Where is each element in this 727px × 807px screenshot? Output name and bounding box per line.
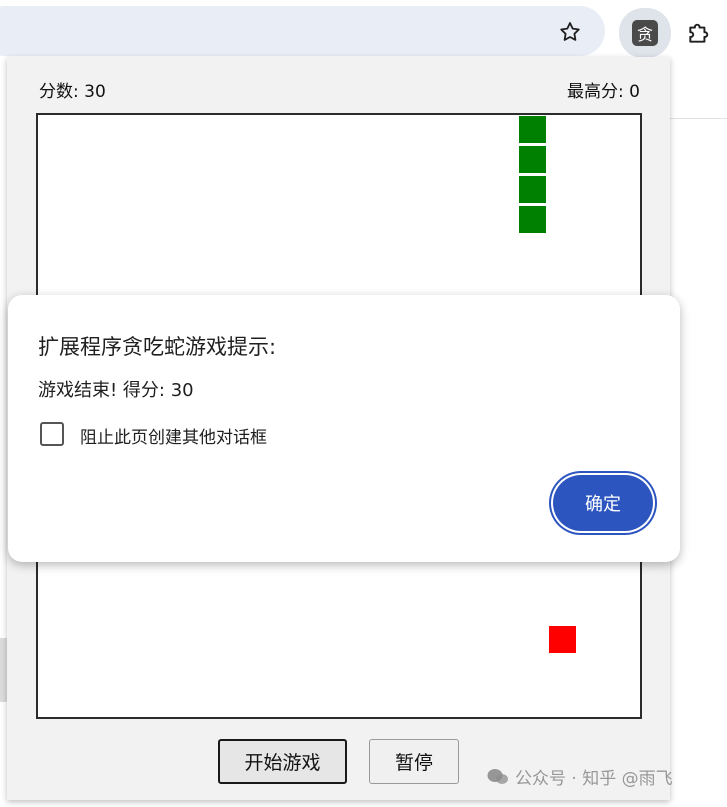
snake-extension-icon: 贪 bbox=[632, 20, 658, 46]
start-game-button[interactable]: 开始游戏 bbox=[218, 739, 347, 784]
watermark: 公众号 · 知乎 @雨飞 bbox=[487, 764, 673, 789]
snake-segment bbox=[519, 176, 546, 203]
block-dialogs-checkbox[interactable] bbox=[40, 422, 64, 446]
wechat-icon bbox=[487, 768, 508, 784]
address-bar[interactable] bbox=[0, 6, 605, 56]
snake-segment bbox=[519, 116, 546, 143]
block-dialogs-label[interactable]: 阻止此页创建其他对话框 bbox=[80, 423, 267, 448]
star-icon[interactable] bbox=[556, 18, 584, 46]
dialog-title: 扩展程序贪吃蛇游戏提示: bbox=[38, 335, 277, 359]
food-block bbox=[549, 626, 576, 653]
snake-segment bbox=[519, 206, 546, 233]
watermark-text: 公众号 · 知乎 @雨飞 bbox=[515, 769, 673, 789]
score-label: 分数: 30 bbox=[39, 82, 106, 102]
ok-button[interactable]: 确定 bbox=[553, 475, 653, 531]
high-score-label: 最高分: 0 bbox=[567, 82, 640, 102]
snake-segment bbox=[519, 146, 546, 173]
pause-button[interactable]: 暂停 bbox=[369, 739, 459, 784]
page-divider bbox=[670, 118, 727, 119]
puzzle-icon[interactable] bbox=[682, 16, 716, 50]
alert-dialog: 扩展程序贪吃蛇游戏提示: 游戏结束! 得分: 30 阻止此页创建其他对话框 确定 bbox=[8, 295, 680, 562]
snake-extension-button[interactable]: 贪 bbox=[619, 8, 671, 58]
dialog-message: 游戏结束! 得分: 30 bbox=[38, 380, 194, 401]
